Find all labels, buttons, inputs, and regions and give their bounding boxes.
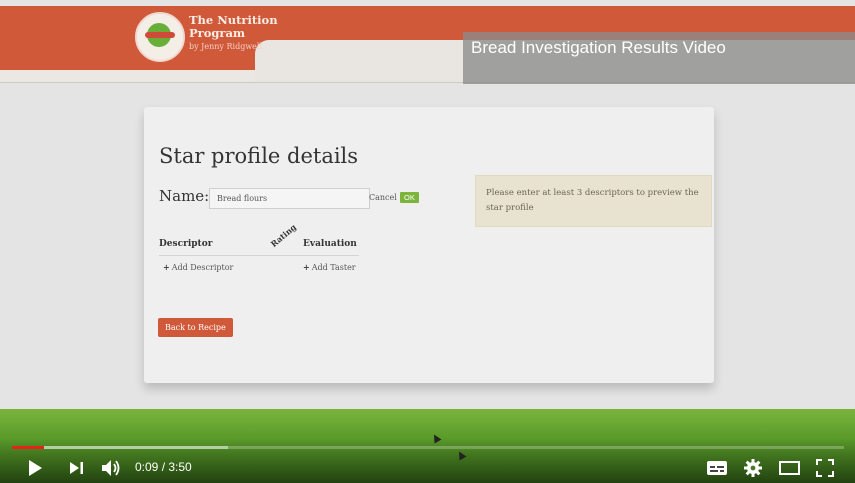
name-input[interactable]: [209, 188, 370, 209]
plus-icon: +: [303, 262, 310, 272]
descriptor-column-header: Descriptor: [159, 239, 213, 249]
fullscreen-icon[interactable]: [816, 459, 834, 477]
settings-icon[interactable]: [744, 459, 762, 477]
volume-icon[interactable]: [102, 459, 122, 477]
video-frame[interactable]: The Nutrition Program by Jenny Ridgwell …: [0, 0, 855, 483]
add-taster-label: Add Taster: [311, 263, 356, 272]
preview-notice: Please enter at least 3 descriptors to p…: [475, 175, 712, 227]
add-descriptor-label: Add Descriptor: [171, 263, 234, 272]
logo-title: The Nutrition Program: [189, 14, 278, 40]
logo-subtitle: by Jenny Ridgwell: [189, 42, 263, 51]
table-divider: [159, 255, 359, 256]
ok-button[interactable]: OK: [400, 192, 419, 203]
page-title: Star profile details: [159, 144, 359, 168]
time-display: 0:09 / 3:50: [135, 460, 192, 474]
star-profile-card: Star profile details Name: Cancel OK Des…: [144, 107, 714, 383]
logo-title-line2: Program: [189, 26, 246, 40]
progress-played: [12, 446, 45, 449]
add-taster-link[interactable]: + Add Taster: [303, 262, 356, 272]
cancel-link[interactable]: Cancel: [369, 193, 397, 202]
rating-column-header: Rating: [268, 221, 299, 249]
logo-icon: [135, 12, 185, 62]
progress-buffered: [12, 446, 229, 449]
name-label: Name:: [159, 187, 210, 205]
add-descriptor-link[interactable]: + Add Descriptor: [163, 262, 233, 272]
next-icon[interactable]: [70, 462, 84, 474]
play-icon[interactable]: [28, 460, 42, 476]
plus-icon: +: [163, 262, 170, 272]
progress-bar[interactable]: [12, 446, 844, 449]
back-to-recipe-button[interactable]: Back to Recipe: [158, 318, 233, 337]
subtitles-icon[interactable]: [707, 461, 727, 475]
apple-slice-icon: [145, 32, 175, 38]
video-title[interactable]: Bread Investigation Results Video: [471, 38, 726, 58]
evaluation-column-header: Evaluation: [303, 239, 357, 249]
theater-mode-icon[interactable]: [779, 461, 800, 475]
